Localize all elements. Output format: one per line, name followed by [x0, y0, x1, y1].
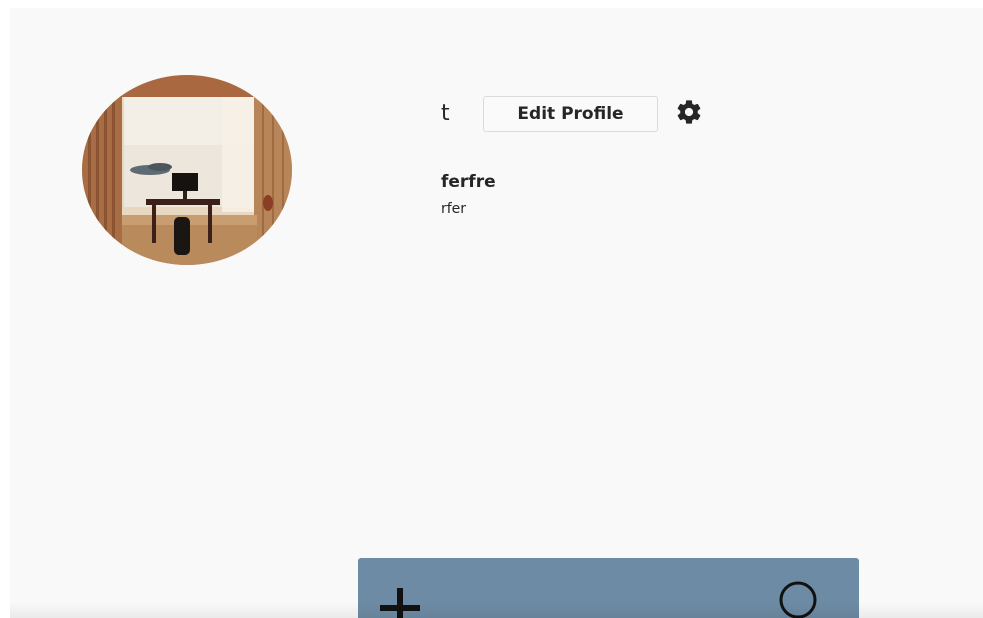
avatar-image	[82, 75, 292, 265]
bio-text: rfer	[441, 201, 467, 217]
avatar[interactable]	[82, 75, 292, 265]
username: t	[441, 101, 450, 126]
full-name: ferfre	[441, 172, 496, 192]
gear-icon[interactable]	[675, 98, 703, 126]
bottom-nav-bar	[358, 558, 859, 618]
user-icon[interactable]	[776, 578, 820, 618]
profile-page: t Edit Profile ferfre rfer	[10, 8, 983, 618]
edit-profile-button[interactable]: Edit Profile	[483, 96, 658, 132]
plus-icon[interactable]	[378, 586, 422, 618]
